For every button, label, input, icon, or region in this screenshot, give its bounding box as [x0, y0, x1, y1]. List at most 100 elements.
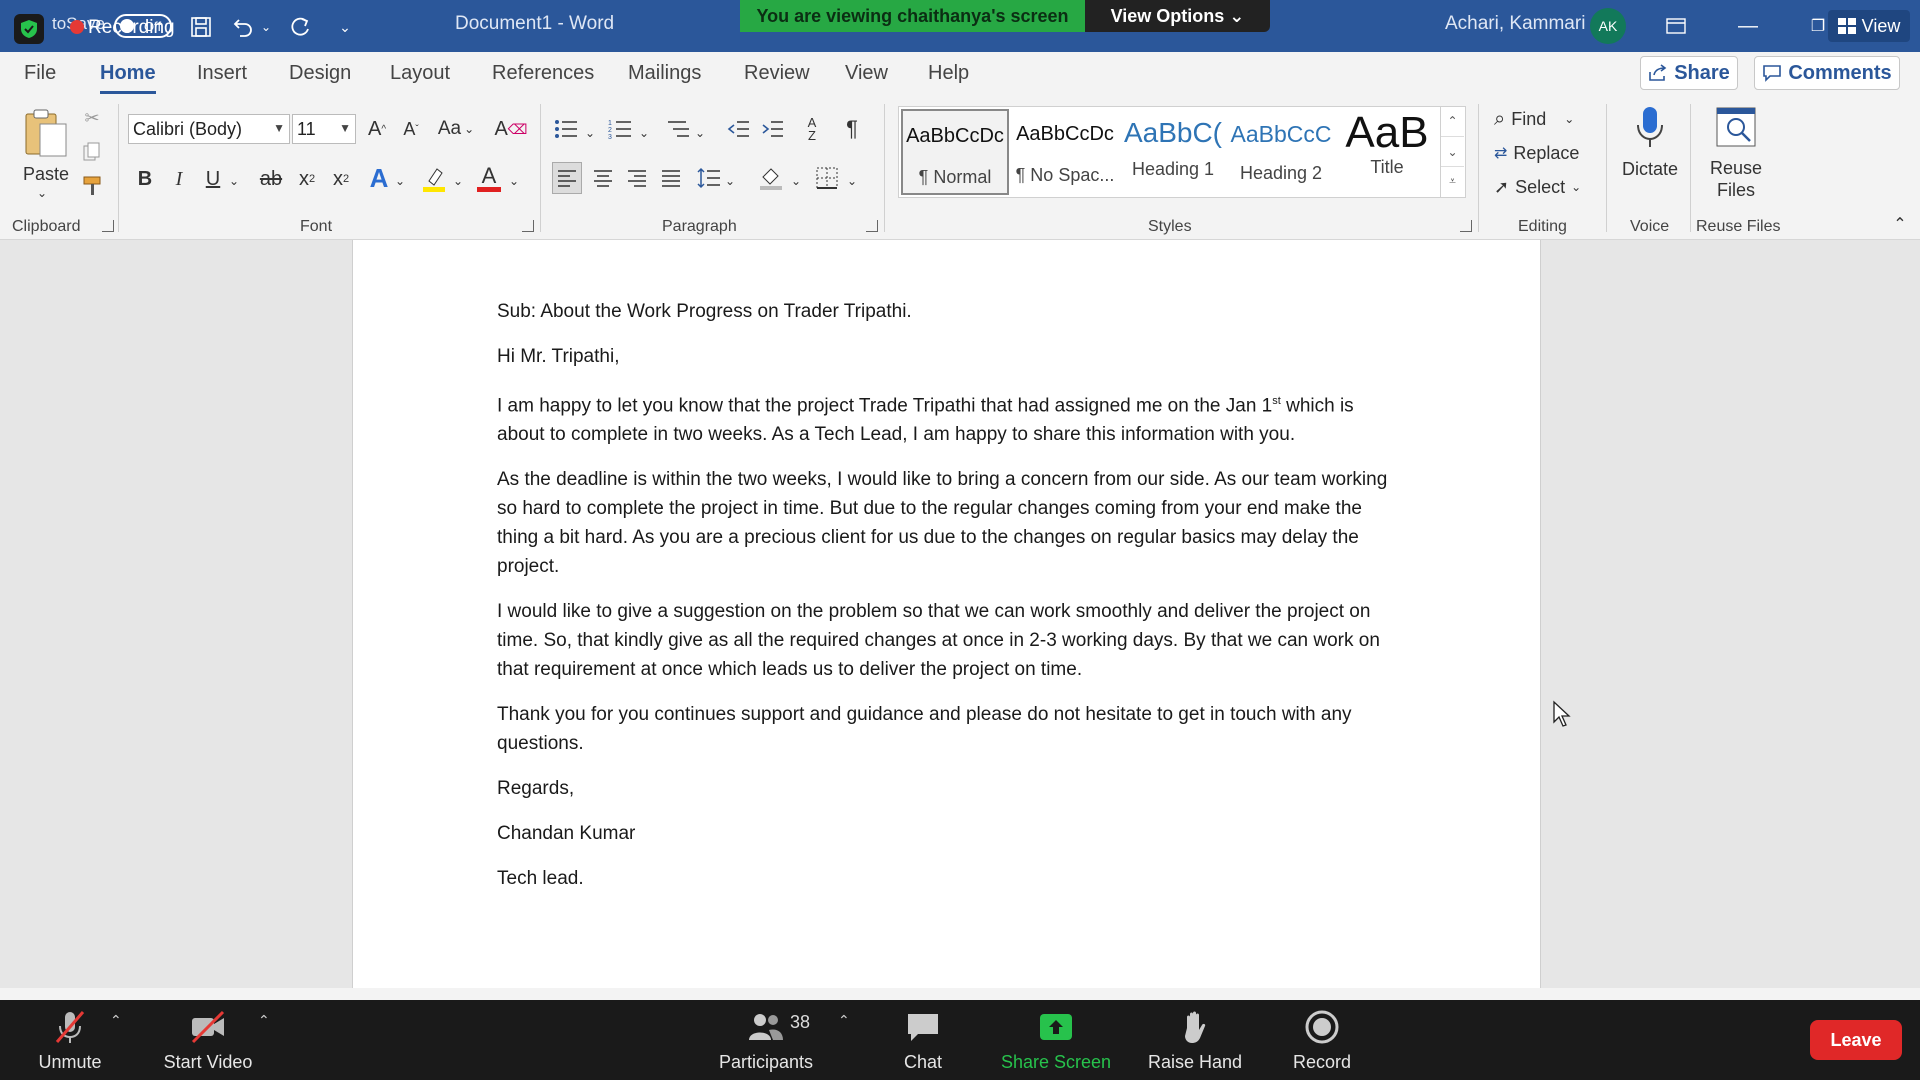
participants-options-icon[interactable]: ⌃	[838, 1012, 850, 1029]
borders-dropdown-icon[interactable]: ⌄	[846, 166, 858, 196]
font-color-icon[interactable]: A	[474, 160, 504, 196]
align-right-icon[interactable]	[622, 162, 652, 194]
font-size-select[interactable]: 11 ▼	[292, 114, 356, 144]
align-left-icon[interactable]	[552, 162, 582, 194]
document-page[interactable]: Sub: About the Work Progress on Trader T…	[352, 240, 1541, 988]
share-screen-button[interactable]: Share Screen	[996, 1008, 1116, 1073]
tab-layout[interactable]: Layout	[390, 62, 450, 85]
dictate-label[interactable]: Dictate	[1614, 154, 1686, 184]
undo-dropdown-icon[interactable]: ⌄	[258, 12, 274, 42]
numbering-dropdown-icon[interactable]: ⌄	[638, 118, 650, 148]
replace-button[interactable]: ⇄ Replace	[1494, 138, 1590, 168]
style-title[interactable]: AaB Title	[1335, 109, 1439, 195]
text-effects-dropdown-icon[interactable]: ⌄	[392, 166, 408, 196]
zoom-view-button[interactable]: View	[1828, 10, 1910, 42]
ribbon-display-icon[interactable]	[1656, 8, 1696, 44]
comments-button[interactable]: Comments	[1754, 56, 1900, 90]
bold-button[interactable]: B	[132, 164, 158, 194]
tab-design[interactable]: Design	[289, 62, 351, 85]
tab-home[interactable]: Home	[100, 62, 156, 94]
record-button[interactable]: Record	[1282, 1008, 1362, 1073]
paste-icon[interactable]	[18, 106, 74, 162]
tab-view[interactable]: View	[845, 62, 888, 85]
customize-qat-icon[interactable]: ⌄	[330, 12, 360, 42]
redo-icon[interactable]	[285, 12, 315, 42]
styles-scroll-up-icon[interactable]: ⌃	[1441, 106, 1464, 136]
shading-dropdown-icon[interactable]: ⌄	[790, 166, 802, 196]
undo-icon[interactable]	[228, 12, 258, 42]
grow-font-icon[interactable]: A ^	[362, 114, 392, 144]
find-button[interactable]: ⌕ Find ⌄	[1494, 104, 1590, 134]
italic-button[interactable]: I	[166, 164, 192, 194]
paste-dropdown-icon[interactable]: ⌄	[30, 184, 54, 202]
clipboard-launcher-icon[interactable]	[102, 220, 114, 232]
font-launcher-icon[interactable]	[522, 220, 534, 232]
superscript-button[interactable]: x2	[328, 164, 354, 194]
numbering-icon[interactable]: 123	[606, 114, 634, 144]
user-name[interactable]: Achari, Kammari	[1445, 13, 1585, 35]
chat-button[interactable]: Chat	[888, 1008, 958, 1073]
decrease-indent-icon[interactable]	[724, 114, 752, 144]
tab-mailings[interactable]: Mailings	[628, 62, 701, 85]
leave-button[interactable]: Leave	[1810, 1020, 1902, 1060]
format-painter-icon[interactable]	[78, 174, 106, 198]
shading-icon[interactable]	[756, 162, 786, 194]
justify-icon[interactable]	[656, 162, 686, 194]
audio-options-icon[interactable]: ⌃	[110, 1012, 122, 1029]
highlight-icon[interactable]	[418, 162, 450, 196]
increase-indent-icon[interactable]	[758, 114, 786, 144]
start-video-button[interactable]: Start Video	[158, 1008, 258, 1073]
line-spacing-icon[interactable]	[694, 162, 724, 194]
underline-dropdown-icon[interactable]: ⌄	[226, 166, 242, 196]
reuse-files-label[interactable]: Reuse Files	[1702, 154, 1770, 204]
align-center-icon[interactable]	[588, 162, 618, 194]
style-heading-2[interactable]: AaBbCcC Heading 2	[1227, 109, 1335, 195]
font-color-dropdown-icon[interactable]: ⌄	[506, 166, 522, 196]
clear-formatting-icon[interactable]: A ⌫	[494, 114, 527, 144]
tab-review[interactable]: Review	[744, 62, 810, 85]
bullets-dropdown-icon[interactable]: ⌄	[584, 118, 596, 148]
autosave-toggle[interactable]: Off	[114, 14, 172, 38]
paste-label[interactable]: Paste	[16, 162, 76, 186]
view-options-button[interactable]: View Options ⌄	[1085, 0, 1270, 32]
strikethrough-button[interactable]: ab	[256, 164, 286, 194]
styles-more-icon[interactable]: ⩡	[1441, 166, 1464, 196]
style-normal[interactable]: AaBbCcDc ¶ Normal	[901, 109, 1009, 195]
sort-icon[interactable]: AZ	[798, 114, 826, 144]
shrink-font-icon[interactable]: Aˇ	[396, 114, 426, 144]
tab-insert[interactable]: Insert	[197, 62, 247, 85]
document-body[interactable]: Sub: About the Work Progress on Trader T…	[497, 297, 1397, 909]
tab-references[interactable]: References	[492, 62, 594, 85]
underline-button[interactable]: U	[200, 164, 226, 194]
unmute-button[interactable]: Unmute	[30, 1008, 110, 1073]
subscript-button[interactable]: x2	[294, 164, 320, 194]
change-case-button[interactable]: Aa ⌄	[434, 114, 478, 144]
style-no-spacing[interactable]: AaBbCcDc ¶ No Spac...	[1011, 109, 1119, 195]
raise-hand-button[interactable]: Raise Hand	[1140, 1008, 1250, 1073]
avatar[interactable]: AK	[1590, 8, 1626, 44]
multilevel-dropdown-icon[interactable]: ⌄	[694, 118, 706, 148]
paragraph-launcher-icon[interactable]	[866, 220, 878, 232]
collapse-ribbon-icon[interactable]: ⌃	[1888, 214, 1912, 234]
styles-scroll-down-icon[interactable]: ⌄	[1441, 136, 1464, 166]
line-spacing-dropdown-icon[interactable]: ⌄	[724, 166, 736, 196]
cut-icon[interactable]: ✂	[80, 106, 104, 130]
show-formatting-marks-icon[interactable]: ¶	[838, 114, 866, 144]
style-heading-1[interactable]: AaBbC( Heading 1	[1119, 109, 1227, 195]
copy-icon[interactable]	[80, 140, 104, 164]
highlight-dropdown-icon[interactable]: ⌄	[450, 166, 466, 196]
security-shield-icon[interactable]	[14, 14, 44, 44]
video-options-icon[interactable]: ⌃	[258, 1012, 270, 1029]
share-button[interactable]: Share	[1640, 56, 1738, 90]
select-button[interactable]: ➚ Select ⌄	[1494, 172, 1590, 202]
multilevel-list-icon[interactable]	[664, 114, 692, 144]
bullets-icon[interactable]	[552, 114, 580, 144]
text-effects-icon[interactable]: A	[364, 162, 394, 194]
font-family-select[interactable]: Calibri (Body) ▼	[128, 114, 290, 144]
styles-launcher-icon[interactable]	[1460, 220, 1472, 232]
borders-icon[interactable]	[812, 162, 842, 194]
reuse-files-icon[interactable]	[1708, 102, 1764, 152]
minimize-icon[interactable]: —	[1728, 8, 1768, 44]
tab-help[interactable]: Help	[928, 62, 969, 85]
tab-file[interactable]: File	[24, 62, 56, 85]
